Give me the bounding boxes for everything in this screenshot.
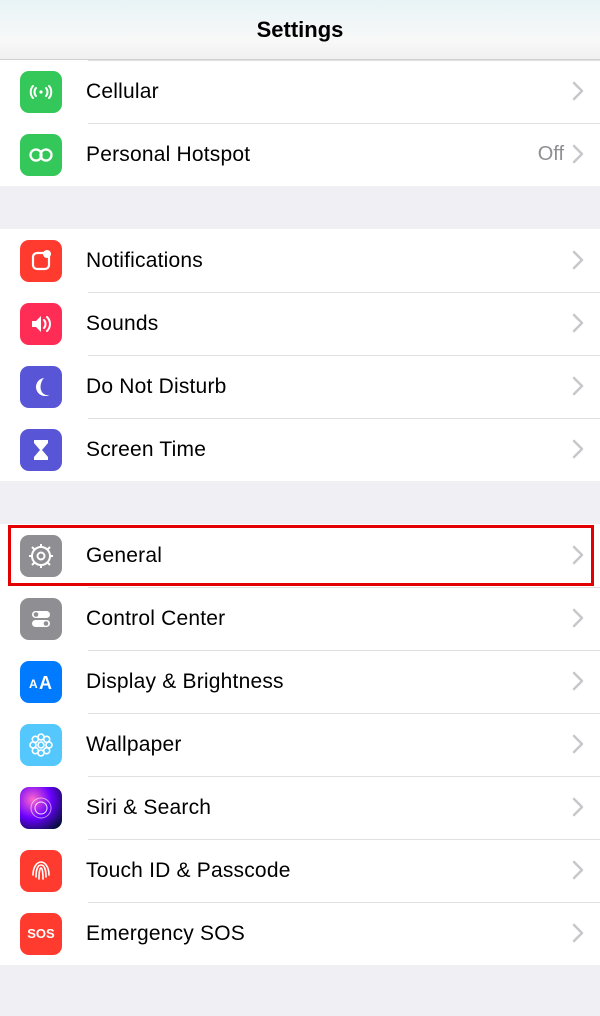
siri-icon [20, 787, 62, 829]
chevron-right-icon [572, 734, 586, 756]
settings-group-general: General Control Center AA Display & Brig… [0, 524, 600, 965]
row-label: Emergency SOS [86, 922, 572, 946]
row-value: Off [538, 143, 564, 166]
row-notifications[interactable]: Notifications [0, 229, 600, 292]
chevron-right-icon [572, 608, 586, 630]
chevron-right-icon [572, 923, 586, 945]
row-label: Wallpaper [86, 733, 572, 757]
row-touch-id[interactable]: Touch ID & Passcode [0, 839, 600, 902]
flower-icon [20, 724, 62, 766]
row-label: Do Not Disturb [86, 375, 572, 399]
text-size-icon: AA [20, 661, 62, 703]
row-label: Siri & Search [86, 796, 572, 820]
notifications-icon [20, 240, 62, 282]
row-label: Screen Time [86, 438, 572, 462]
svg-text:SOS: SOS [27, 926, 55, 941]
group-separator [0, 186, 600, 229]
row-label: Sounds [86, 312, 572, 336]
row-label: Touch ID & Passcode [86, 859, 572, 883]
fingerprint-icon [20, 850, 62, 892]
chevron-right-icon [572, 81, 586, 103]
group-separator [0, 481, 600, 524]
row-label: Control Center [86, 607, 572, 631]
gear-icon [20, 535, 62, 577]
chevron-right-icon [572, 439, 586, 461]
cellular-icon [20, 71, 62, 113]
row-label: Cellular [86, 80, 572, 104]
row-general[interactable]: General [0, 524, 600, 587]
row-personal-hotspot[interactable]: Personal Hotspot Off [0, 123, 600, 186]
page-title: Settings [0, 0, 600, 60]
sounds-icon [20, 303, 62, 345]
row-sounds[interactable]: Sounds [0, 292, 600, 355]
sos-icon: SOS [20, 913, 62, 955]
row-label: Notifications [86, 249, 572, 273]
chevron-right-icon [572, 860, 586, 882]
row-label: General [86, 544, 572, 568]
moon-icon [20, 366, 62, 408]
page-title-text: Settings [257, 17, 344, 43]
chevron-right-icon [572, 545, 586, 567]
hotspot-icon [20, 134, 62, 176]
chevron-right-icon [572, 250, 586, 272]
row-control-center[interactable]: Control Center [0, 587, 600, 650]
row-label: Personal Hotspot [86, 143, 538, 167]
settings-group-alerts: Notifications Sounds Do Not Disturb Scre… [0, 229, 600, 481]
row-cellular[interactable]: Cellular [0, 60, 600, 123]
row-siri-search[interactable]: Siri & Search [0, 776, 600, 839]
toggles-icon [20, 598, 62, 640]
chevron-right-icon [572, 376, 586, 398]
chevron-right-icon [572, 144, 586, 166]
row-screen-time[interactable]: Screen Time [0, 418, 600, 481]
settings-group-network: Cellular Personal Hotspot Off [0, 60, 600, 186]
svg-text:A: A [39, 673, 52, 693]
chevron-right-icon [572, 797, 586, 819]
row-do-not-disturb[interactable]: Do Not Disturb [0, 355, 600, 418]
hourglass-icon [20, 429, 62, 471]
row-display-brightness[interactable]: AA Display & Brightness [0, 650, 600, 713]
row-label: Display & Brightness [86, 670, 572, 694]
svg-text:A: A [29, 677, 38, 691]
chevron-right-icon [572, 313, 586, 335]
row-wallpaper[interactable]: Wallpaper [0, 713, 600, 776]
chevron-right-icon [572, 671, 586, 693]
row-emergency-sos[interactable]: SOS Emergency SOS [0, 902, 600, 965]
